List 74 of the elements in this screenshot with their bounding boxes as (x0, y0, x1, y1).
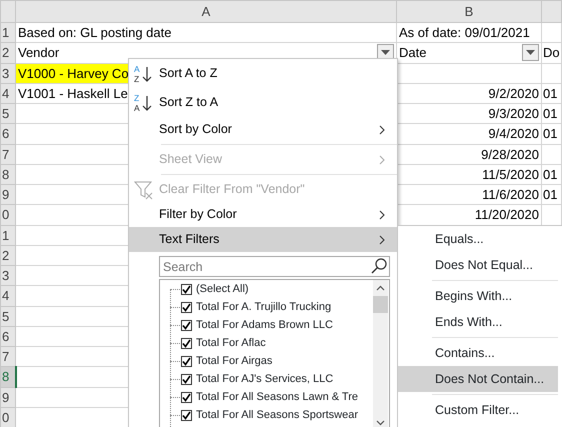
cell-text: 01 (543, 166, 558, 182)
cell-text: Vendor (18, 44, 60, 62)
cell-text: 9/3/2020 (488, 106, 539, 122)
row-number[interactable]: 5 (0, 104, 16, 124)
row-number[interactable]: 2 (0, 245, 16, 266)
scrollbar[interactable] (373, 280, 388, 427)
menu-item[interactable]: Contains... (398, 340, 558, 366)
cell-text: Date (399, 44, 426, 62)
checkbox[interactable] (181, 392, 192, 402)
row-number[interactable]: 4 (0, 286, 16, 306)
menu-item[interactable]: Filter by Color (129, 202, 397, 227)
cell-text: As of date: 09/01/2021 (399, 25, 530, 40)
checkbox[interactable] (181, 374, 192, 384)
column-header[interactable]: A (16, 0, 396, 22)
checkbox-label[interactable]: (Select All) (196, 280, 249, 298)
checkbox[interactable] (181, 302, 192, 312)
cell-text: 9/4/2020 (488, 126, 539, 142)
cell-text: 11/5/2020 (482, 166, 539, 182)
cell-text: V1000 - Harvey Co (18, 66, 129, 81)
row-number[interactable]: 3 (0, 63, 16, 84)
clear-filter-icon (134, 180, 154, 200)
menu-item[interactable]: Sort by Color (129, 117, 397, 142)
cell-text: 9/2/2020 (488, 86, 539, 101)
row-number[interactable]: 7 (0, 144, 16, 164)
row-number[interactable]: 7 (0, 346, 16, 367)
menu-item[interactable]: Z A Sort Z to A (129, 88, 397, 117)
menu-item[interactable]: Ends With... (398, 309, 558, 335)
caret-icon (381, 50, 390, 56)
row-number[interactable]: 6 (0, 326, 16, 346)
search-icon (371, 258, 387, 274)
menu-item[interactable]: Custom Filter... (398, 397, 558, 423)
checkbox[interactable] (181, 338, 192, 348)
row-number[interactable]: 9 (0, 184, 16, 205)
checkbox-label[interactable]: Total For Airgas (196, 352, 272, 370)
cell-text: 01 (543, 126, 558, 142)
menu-item[interactable]: Does Not Equal... (398, 252, 558, 278)
row-number[interactable]: 2 (0, 42, 16, 63)
caret-icon (526, 50, 535, 56)
menu-item[interactable]: Begins With... (398, 283, 558, 309)
cell-text: V1001 - Haskell Le (18, 86, 128, 101)
row-number[interactable]: 8 (0, 366, 16, 387)
cell-text: 01 (543, 86, 558, 101)
row-number[interactable]: 0 (0, 407, 16, 427)
row-number[interactable]: 1 (0, 22, 16, 43)
checkbox[interactable] (181, 356, 192, 366)
column-header[interactable]: B (396, 0, 542, 22)
menu-item[interactable]: Text Filters (129, 227, 397, 252)
row-number[interactable]: 4 (0, 83, 16, 104)
checkbox[interactable] (181, 284, 192, 294)
cell-text: 01 (543, 106, 558, 122)
row-number[interactable]: 9 (0, 387, 16, 408)
cell-text: 01 (543, 187, 558, 202)
cell-text: Do (543, 45, 560, 60)
row-number[interactable]: 1 (0, 225, 16, 246)
checkbox[interactable] (181, 410, 192, 420)
row-number[interactable]: 8 (0, 164, 16, 184)
checkbox-label[interactable]: Total For Aflac (196, 334, 266, 352)
menu-item[interactable]: Equals... (398, 226, 558, 252)
cell-text: 9/28/2020 (481, 146, 539, 162)
row-number[interactable]: 6 (0, 124, 16, 144)
filter-dropdown-button[interactable] (522, 44, 539, 62)
menu-item[interactable]: Does Not Contain... (398, 366, 558, 392)
checkbox[interactable] (181, 320, 192, 330)
row-number[interactable]: 0 (0, 204, 16, 225)
cell-text: Based on: GL posting date (18, 25, 172, 40)
checkbox-label[interactable]: Total For Adams Brown LLC (196, 316, 333, 334)
menu-item[interactable]: A Z Sort A to Z (129, 59, 397, 88)
checkbox-label[interactable]: Total For A. Trujillo Trucking (196, 298, 332, 316)
row-number[interactable]: 3 (0, 266, 16, 286)
cell-text: 11/6/2020 (482, 187, 539, 202)
row-number[interactable]: 5 (0, 306, 16, 326)
search-field[interactable]: Search (159, 256, 390, 277)
cell-text: 11/20/2020 (474, 207, 539, 222)
scrollbar-thumb[interactable] (373, 296, 388, 313)
